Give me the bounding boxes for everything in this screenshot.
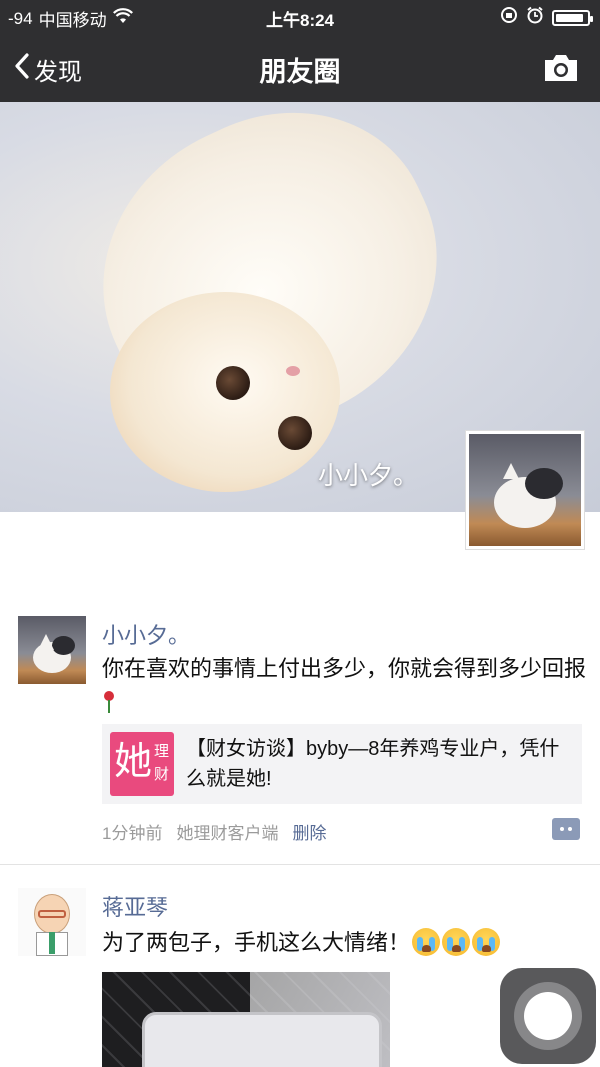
comment-icon[interactable] [552, 818, 580, 840]
divider [0, 864, 600, 865]
nav-bar: 发现 朋友圈 [0, 34, 600, 102]
page-title: 朋友圈 [259, 57, 341, 87]
share-link-card[interactable]: 她 理财 【财女访谈】byby—8年养鸡专业户，凭什么就是她! [102, 724, 582, 804]
post-text: 为了两包子，手机这么大情绪！ [102, 926, 587, 959]
post-photo[interactable] [102, 972, 390, 1067]
cover-user-name[interactable]: 小小夕。 [318, 456, 418, 492]
app-logo: 她 理财 [110, 732, 174, 796]
post-text-content: 你在喜欢的事情上付出多少，你就会得到多少回报 [102, 656, 587, 681]
share-title: 【财女访谈】byby—8年养鸡专业户，凭什么就是她! [186, 738, 560, 790]
crying-emoji-icon [412, 928, 441, 956]
logo-small-text: 理财 [154, 743, 170, 783]
post-author[interactable]: 小小夕。 [102, 618, 190, 650]
battery-icon [552, 9, 593, 26]
logo-char: 她 [114, 741, 153, 783]
post-time: 1分钟前 [102, 824, 163, 843]
cat-eye-left [216, 366, 250, 400]
camera-button[interactable] [542, 52, 580, 84]
status-bar: -94 中国移动 上午8:24 [0, 0, 600, 34]
crying-emoji-icon [472, 928, 501, 956]
post-meta: 1分钟前 她理财客户端 删除 [102, 819, 326, 844]
battery-level [556, 13, 583, 22]
cover-avatar[interactable] [465, 430, 585, 550]
camera-icon [545, 55, 577, 81]
post-source[interactable]: 她理财客户端 [176, 819, 278, 844]
crying-emoji-icon [442, 928, 471, 956]
post-author[interactable]: 蒋亚琴 [102, 890, 168, 922]
assistive-touch-button[interactable] [500, 968, 596, 1064]
avatar[interactable] [18, 616, 86, 684]
cat-eye-right [278, 416, 312, 450]
delete-button[interactable]: 删除 [292, 819, 326, 844]
cat-nose [286, 366, 300, 376]
orientation-lock-icon [500, 6, 518, 29]
avatar[interactable] [18, 888, 86, 956]
alarm-icon [526, 6, 544, 29]
post-text: 你在喜欢的事情上付出多少，你就会得到多少回报 [102, 652, 587, 718]
post-text-content: 为了两包子，手机这么大情绪！ [102, 930, 411, 955]
rose-icon [102, 691, 116, 713]
